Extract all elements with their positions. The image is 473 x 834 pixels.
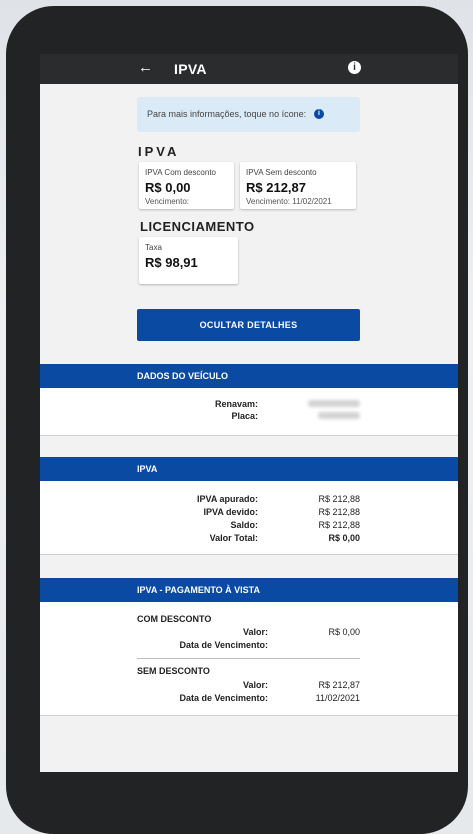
card-label: IPVA Com desconto	[145, 168, 216, 177]
placa-label: Placa:	[231, 411, 258, 421]
ipva-devido-value: R$ 212,88	[318, 507, 360, 517]
com-desconto-data-label: Data de Vencimento:	[179, 640, 268, 650]
sem-desconto-data: 11/02/2021	[315, 693, 360, 703]
placa-value-redacted	[318, 412, 360, 419]
app-screen: ← IPVA i Para mais informações, toque no…	[40, 54, 458, 772]
ipva-detail-header: IPVA	[40, 457, 458, 481]
sem-desconto-title: SEM DESCONTO	[137, 666, 210, 676]
pagamento-header: IPVA - PAGAMENTO À VISTA	[40, 578, 458, 602]
arrow-left-icon[interactable]: ←	[138, 59, 153, 76]
ipva-apurado-value: R$ 212,88	[318, 494, 360, 504]
com-desconto-valor: R$ 0,00	[328, 627, 360, 637]
ocultar-detalhes-button[interactable]: OCULTAR DETALHES	[137, 309, 360, 341]
info-icon[interactable]: i	[314, 109, 324, 119]
section-header-label: IPVA	[137, 464, 158, 474]
valor-total-label: Valor Total:	[209, 533, 258, 543]
saldo-value: R$ 212,88	[318, 520, 360, 530]
info-banner: Para mais informações, toque no ícone: i	[137, 97, 360, 132]
licenciamento-section-title: LICENCIAMENTO	[140, 219, 255, 234]
app-bar: ← IPVA i	[40, 54, 458, 84]
sem-desconto-data-label: Data de Vencimento:	[179, 693, 268, 703]
renavam-label: Renavam:	[214, 399, 258, 409]
info-icon[interactable]: i	[348, 61, 361, 74]
saldo-label: Saldo:	[230, 520, 258, 530]
ipva-detail-panel: IPVA apurado: R$ 212,88 IPVA devido: R$ …	[40, 481, 458, 555]
section-header-label: DADOS DO VEÍCULO	[137, 371, 229, 381]
sem-desconto-valor: R$ 212,87	[318, 680, 360, 690]
dados-veiculo-header: DADOS DO VEÍCULO	[40, 364, 458, 388]
ipva-devido-label: IPVA devido:	[203, 507, 258, 517]
card-label: Taxa	[145, 243, 162, 252]
info-banner-text: Para mais informações, toque no ícone:	[147, 109, 307, 119]
renavam-value-redacted	[308, 400, 360, 407]
device-frame: ← IPVA i Para mais informações, toque no…	[6, 6, 468, 834]
ipva-com-desconto-card: IPVA Com desconto R$ 0,00 Vencimento:	[139, 162, 234, 209]
dados-veiculo-panel: Renavam: Placa:	[40, 388, 458, 436]
card-label: IPVA Sem desconto	[246, 168, 317, 177]
app-title: IPVA	[174, 61, 207, 77]
card-amount: R$ 98,91	[145, 255, 198, 270]
ipva-section-title: IPVA	[138, 144, 180, 159]
valor-total-value: R$ 0,00	[328, 533, 360, 543]
card-vencimento: Vencimento: 11/02/2021	[246, 197, 332, 206]
divider	[137, 658, 360, 659]
card-amount: R$ 212,87	[246, 180, 306, 195]
card-vencimento: Vencimento:	[145, 197, 190, 206]
com-desconto-valor-label: Valor:	[242, 627, 268, 637]
ipva-sem-desconto-card: IPVA Sem desconto R$ 212,87 Vencimento: …	[240, 162, 356, 209]
section-header-label: IPVA - PAGAMENTO À VISTA	[137, 585, 261, 595]
sem-desconto-valor-label: Valor:	[242, 680, 268, 690]
taxa-card: Taxa R$ 98,91	[139, 237, 238, 284]
ipva-apurado-label: IPVA apurado:	[196, 494, 258, 504]
com-desconto-title: COM DESCONTO	[137, 614, 212, 624]
card-amount: R$ 0,00	[145, 180, 191, 195]
pagamento-panel: COM DESCONTO Valor: R$ 0,00 Data de Venc…	[40, 602, 458, 716]
